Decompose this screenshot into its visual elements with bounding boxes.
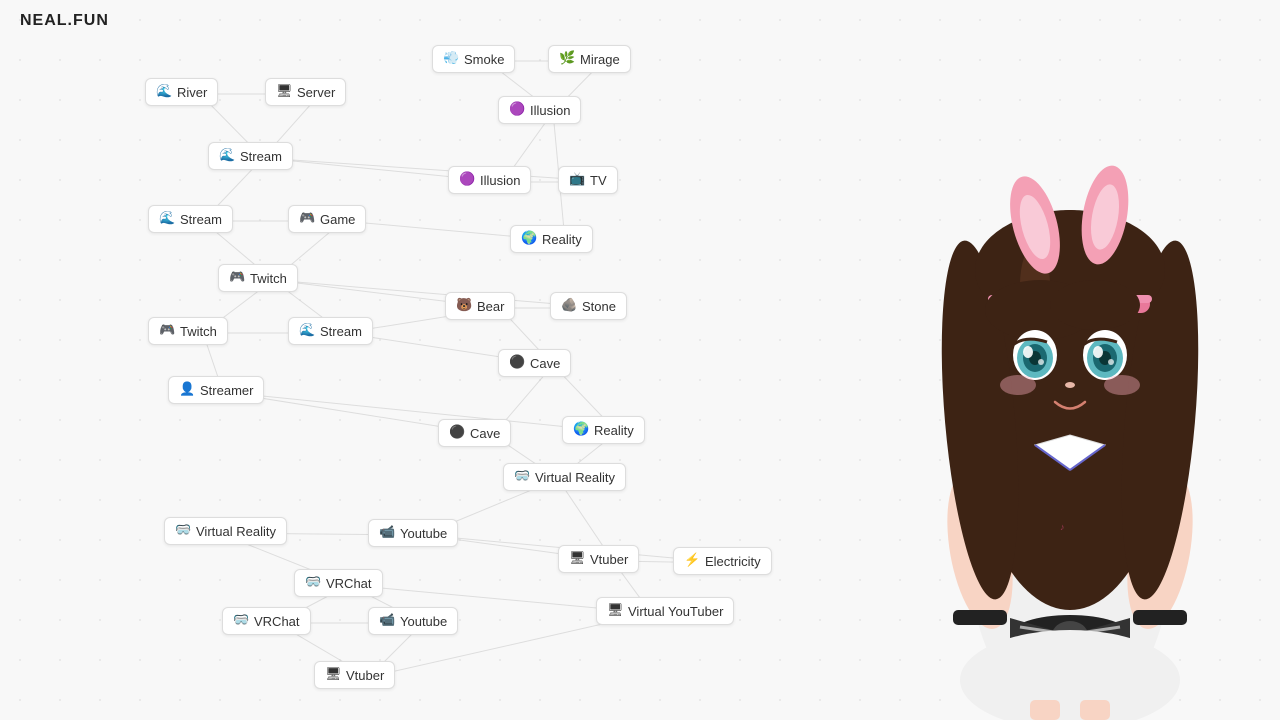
node-label-twitch1: Twitch [250,271,287,286]
node-label-electricity: Electricity [705,554,761,569]
node-virtual_youtuber[interactable]: 🖥 Virtual YouTuber [596,597,734,625]
character-illustration: ♪ [860,40,1280,720]
node-icon-vtuber2: 🖥 [325,667,341,683]
node-label-tv: TV [590,173,607,188]
node-vtuber1[interactable]: 🖥 Vtuber [558,545,639,573]
node-tv[interactable]: 📺 TV [558,166,618,194]
node-icon-electricity: ⚡ [684,553,700,569]
node-vrchat1[interactable]: 🥽 VRChat [294,569,383,597]
node-icon-vrchat2: 🥽 [233,613,249,629]
node-label-vtuber2: Vtuber [346,668,384,683]
node-label-game: Game [320,212,355,227]
node-icon-reality2: 🌍 [573,422,589,438]
node-label-cave2: Cave [470,426,500,441]
node-stream1[interactable]: 🌊 Stream [208,142,293,170]
node-reality1[interactable]: 🌍 Reality [510,225,593,253]
node-stream2[interactable]: 🌊 Stream [148,205,233,233]
node-icon-virtual_reality1: 🥽 [514,469,530,485]
svg-text:♪: ♪ [1060,522,1065,532]
node-icon-tv: 📺 [569,172,585,188]
node-label-server: Server [297,85,335,100]
node-icon-stream2: 🌊 [159,211,175,227]
node-icon-game: 🎮 [299,211,315,227]
node-mirage[interactable]: 🌿 Mirage [548,45,631,73]
node-icon-twitch1: 🎮 [229,270,245,286]
node-bear[interactable]: 🐻 Bear [445,292,515,320]
node-icon-illusion2: 🟣 [459,172,475,188]
node-game[interactable]: 🎮 Game [288,205,366,233]
node-icon-server: 🖥 [276,84,292,100]
node-label-stream1: Stream [240,149,282,164]
node-icon-stone: 🪨 [561,298,577,314]
node-illusion2[interactable]: 🟣 Illusion [448,166,531,194]
node-icon-cave2: ⚫ [449,425,465,441]
node-label-virtual_youtuber: Virtual YouTuber [628,604,723,619]
node-icon-streamer: 👤 [179,382,195,398]
node-icon-river: 🌊 [156,84,172,100]
node-icon-mirage: 🌿 [559,51,575,67]
node-youtube2[interactable]: 📹 Youtube [368,607,458,635]
node-icon-reality1: 🌍 [521,231,537,247]
node-label-vrchat2: VRChat [254,614,300,629]
node-icon-stream3: 🌊 [299,323,315,339]
node-icon-vrchat1: 🥽 [305,575,321,591]
node-label-youtube2: Youtube [400,614,447,629]
node-virtual_reality2[interactable]: 🥽 Virtual Reality [164,517,287,545]
node-label-mirage: Mirage [580,52,620,67]
node-icon-cave1: ⚫ [509,355,525,371]
node-icon-twitch2: 🎮 [159,323,175,339]
node-reality2[interactable]: 🌍 Reality [562,416,645,444]
node-illusion1[interactable]: 🟣 Illusion [498,96,581,124]
node-smoke[interactable]: 💨 Smoke [432,45,515,73]
node-label-vtuber1: Vtuber [590,552,628,567]
node-icon-youtube1: 📹 [379,525,395,541]
node-river[interactable]: 🌊 River [145,78,218,106]
node-label-smoke: Smoke [464,52,504,67]
node-icon-smoke: 💨 [443,51,459,67]
node-twitch2[interactable]: 🎮 Twitch [148,317,228,345]
node-server[interactable]: 🖥 Server [265,78,346,106]
node-youtube1[interactable]: 📹 Youtube [368,519,458,547]
node-cave1[interactable]: ⚫ Cave [498,349,571,377]
node-vtuber2[interactable]: 🖥 Vtuber [314,661,395,689]
node-label-stream2: Stream [180,212,222,227]
node-cave2[interactable]: ⚫ Cave [438,419,511,447]
node-label-stream3: Stream [320,324,362,339]
node-label-virtual_reality2: Virtual Reality [196,524,276,539]
node-label-stone: Stone [582,299,616,314]
node-icon-virtual_reality2: 🥽 [175,523,191,539]
node-label-twitch2: Twitch [180,324,217,339]
node-icon-virtual_youtuber: 🖥 [607,603,623,619]
node-icon-bear: 🐻 [456,298,472,314]
node-label-virtual_reality1: Virtual Reality [535,470,615,485]
node-label-streamer: Streamer [200,383,253,398]
node-label-vrchat1: VRChat [326,576,372,591]
node-virtual_reality1[interactable]: 🥽 Virtual Reality [503,463,626,491]
node-icon-illusion1: 🟣 [509,102,525,118]
node-icon-vtuber1: 🖥 [569,551,585,567]
node-streamer[interactable]: 👤 Streamer [168,376,264,404]
node-label-bear: Bear [477,299,504,314]
node-label-reality1: Reality [542,232,582,247]
node-stone[interactable]: 🪨 Stone [550,292,627,320]
node-label-illusion2: Illusion [480,173,520,188]
node-label-reality2: Reality [594,423,634,438]
node-label-cave1: Cave [530,356,560,371]
node-label-youtube1: Youtube [400,526,447,541]
node-stream3[interactable]: 🌊 Stream [288,317,373,345]
node-label-river: River [177,85,207,100]
node-electricity[interactable]: ⚡ Electricity [673,547,772,575]
node-icon-stream1: 🌊 [219,148,235,164]
node-vrchat2[interactable]: 🥽 VRChat [222,607,311,635]
node-twitch1[interactable]: 🎮 Twitch [218,264,298,292]
node-icon-youtube2: 📹 [379,613,395,629]
node-label-illusion1: Illusion [530,103,570,118]
site-logo: NEAL.FUN [20,12,109,30]
